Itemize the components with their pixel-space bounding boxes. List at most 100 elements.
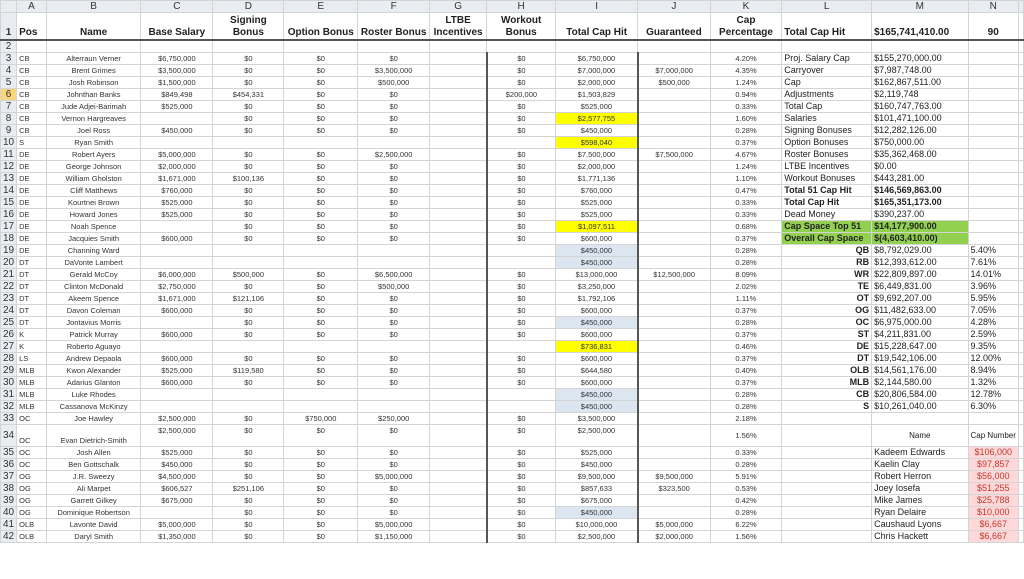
cap-percentage[interactable]: 0.28% [709,457,783,471]
summary-label[interactable]: Option Bonuses [781,135,873,149]
header-signing-bonus[interactable]: Signing Bonus [212,12,285,41]
player-position[interactable]: DT [16,291,47,305]
roster-bonus[interactable]: $0 [357,375,431,389]
cap-percentage[interactable]: 0.28% [709,387,783,401]
total-cap-hit[interactable]: $857,633 [555,481,639,495]
dead-money-cap-number[interactable]: $25,788 [967,493,1019,507]
position-group-label[interactable]: ST [781,327,873,341]
signing-bonus[interactable]: $500,000 [212,267,285,281]
option-bonus[interactable]: $0 [283,171,359,185]
cell[interactable] [283,39,359,53]
cell[interactable] [1017,63,1024,77]
base-salary[interactable] [140,505,214,519]
guaranteed[interactable] [637,99,711,113]
position-group-label[interactable]: DE [781,339,873,353]
workout-bonus[interactable] [486,135,557,149]
row-number[interactable]: 30 [0,375,18,389]
player-position[interactable]: OC [16,423,47,447]
ltbe-incentives[interactable] [429,505,488,519]
player-position[interactable]: DE [16,171,47,185]
ltbe-incentives[interactable] [429,123,488,137]
player-name[interactable]: Davon Coleman [45,303,142,317]
signing-bonus[interactable]: $0 [212,529,285,543]
player-position[interactable]: OC [16,445,47,459]
cell[interactable] [967,99,1019,113]
total-cap-hit[interactable]: $598,040 [555,135,639,149]
total-cap-hit[interactable]: $450,000 [555,505,639,519]
workout-bonus[interactable]: $0 [486,171,557,185]
ltbe-incentives[interactable] [429,267,488,281]
player-name[interactable]: Garrett Gilkey [45,493,142,507]
header-base-salary[interactable]: Base Salary [140,12,214,41]
row-number[interactable]: 8 [0,111,18,125]
signing-bonus[interactable]: $0 [212,445,285,459]
player-name[interactable]: Johnthan Banks [45,87,142,101]
player-name[interactable]: Kwon Alexander [45,363,142,377]
total-cap-hit[interactable]: $600,000 [555,327,639,341]
row-number[interactable]: 3 [0,51,18,65]
cap-percentage[interactable]: 5.91% [709,469,783,483]
cell[interactable] [45,39,142,53]
ltbe-incentives[interactable] [429,111,488,125]
summary-value[interactable]: $(4,603,410.00) [871,231,969,245]
player-name[interactable]: Kourtnei Brown [45,195,142,209]
summary-label[interactable]: Total Cap Hit [781,195,873,209]
cell[interactable] [1017,423,1024,447]
base-salary[interactable]: $600,000 [140,351,214,365]
cell[interactable] [1017,159,1024,173]
ltbe-incentives[interactable] [429,135,488,149]
summary-value[interactable]: $750,000.00 [871,135,969,149]
base-salary[interactable]: $2,000,000 [140,159,214,173]
base-salary[interactable]: $525,000 [140,207,214,221]
option-bonus[interactable]: $0 [283,303,359,317]
row-number[interactable]: 34 [0,423,18,447]
player-position[interactable]: OG [16,493,47,507]
position-group-label[interactable]: MLB [781,375,873,389]
cap-percentage[interactable]: 6.22% [709,517,783,531]
guaranteed[interactable] [637,219,711,233]
ltbe-incentives[interactable] [429,469,488,483]
ltbe-incentives[interactable] [429,63,488,77]
base-salary[interactable]: $450,000 [140,457,214,471]
summary-label[interactable]: Cap Space Top 51 [781,219,873,233]
option-bonus[interactable]: $0 [283,493,359,507]
cap-percentage[interactable]: 0.33% [709,207,783,221]
row-number[interactable]: 26 [0,327,18,341]
ltbe-incentives[interactable] [429,445,488,459]
player-position[interactable]: OG [16,481,47,495]
summary-value[interactable]: $390,237.00 [871,207,969,221]
cell[interactable] [967,75,1019,89]
total-cap-hit[interactable]: $450,000 [555,315,639,329]
position-group-percentage[interactable]: 9.35% [967,339,1019,353]
position-group-total[interactable]: $20,806,584.00 [871,387,969,401]
roster-bonus[interactable]: $0 [357,159,431,173]
dead-money-name[interactable]: Kadeem Edwards [871,445,969,459]
row-number[interactable]: 1 [0,12,18,41]
position-group-percentage[interactable]: 12.00% [967,351,1019,365]
workout-bonus[interactable]: $0 [486,279,557,293]
position-group-percentage[interactable]: 5.40% [967,243,1019,257]
column-header-k[interactable]: K [709,0,783,13]
position-group-total[interactable]: $10,261,040.00 [871,399,969,413]
cap-percentage[interactable]: 1.56% [709,423,783,447]
workout-bonus[interactable]: $0 [486,303,557,317]
roster-bonus[interactable] [357,135,431,149]
cell[interactable] [1017,243,1024,257]
cell[interactable] [781,529,873,543]
cap-percentage[interactable]: 1.11% [709,291,783,305]
ltbe-incentives[interactable] [429,423,488,447]
workout-bonus[interactable]: $0 [486,327,557,341]
cap-percentage[interactable]: 0.37% [709,327,783,341]
header-option-bonus[interactable]: Option Bonus [283,12,359,41]
position-group-total[interactable]: $6,449,831.00 [871,279,969,293]
ltbe-incentives[interactable] [429,87,488,101]
dead-money-name[interactable]: Robert Herron [871,469,969,483]
column-header-i[interactable]: I [555,0,639,13]
roster-bonus[interactable]: $0 [357,51,431,65]
player-position[interactable]: CB [16,111,47,125]
cell[interactable] [1017,267,1024,281]
signing-bonus[interactable]: $0 [212,493,285,507]
guaranteed[interactable] [637,183,711,197]
player-position[interactable]: CB [16,75,47,89]
option-bonus[interactable]: $0 [283,207,359,221]
